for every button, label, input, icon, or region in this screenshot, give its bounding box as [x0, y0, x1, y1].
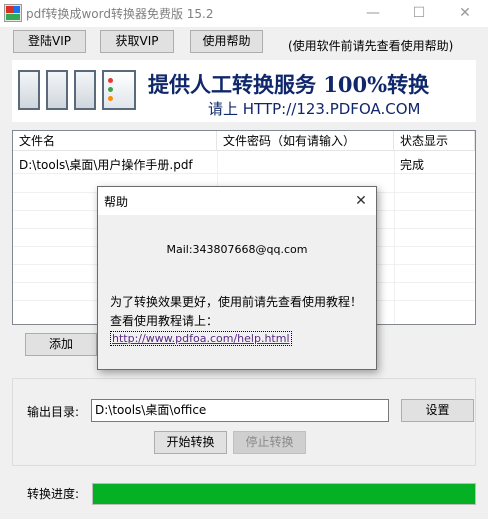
progress-label: 转换进度:: [27, 487, 80, 501]
help-dialog: 帮助 ✕ Mail:343807668@qq.com 为了转换效果更好，使用前请…: [97, 186, 377, 370]
help-note: (使用软件前请先查看使用帮助): [288, 39, 454, 53]
file-status-cell: 完成: [400, 158, 425, 172]
banner: 提供人工转换服务 100%转换 请上 HTTP://123.PDFOA.COM: [12, 60, 476, 122]
output-dir-field[interactable]: D:\tools\桌面\office: [91, 399, 389, 422]
tip-text: 为了转换效果更好，使用前请先查看使用教程！: [110, 295, 363, 309]
banner-headline: 提供人工转换服务 100%转换: [148, 72, 430, 97]
title-bar: pdf转换成word转换器免费版 15.2 — ☐ ✕: [0, 0, 488, 27]
dialog-close-button[interactable]: ✕: [346, 187, 376, 215]
column-header-filename[interactable]: 文件名: [13, 131, 217, 151]
progress-fill: [93, 484, 475, 504]
column-header-password[interactable]: 文件密码（如有请输入）: [217, 131, 394, 151]
login-vip-button[interactable]: 登陆VIP: [13, 30, 86, 53]
settings-button[interactable]: 设置: [401, 399, 474, 422]
output-dir-label: 输出目录:: [27, 405, 80, 419]
file-name-cell: D:\tools\桌面\用户操作手册.pdf: [19, 158, 193, 172]
table-row[interactable]: D:\tools\桌面\用户操作手册.pdf 完成: [13, 156, 475, 174]
help-button[interactable]: 使用帮助: [190, 30, 263, 53]
file-list-header: 文件名 文件密码（如有请输入） 状态显示: [13, 131, 475, 151]
start-convert-button[interactable]: 开始转换: [154, 431, 227, 454]
app-icon: [4, 4, 22, 22]
file-password-cell[interactable]: [217, 156, 394, 174]
tip-text-tutorial: 查看使用教程请上：: [110, 314, 219, 328]
stop-convert-button[interactable]: 停止转换: [233, 431, 306, 454]
contact-mail: Mail:343807668@qq.com: [166, 243, 308, 256]
banner-url: 请上 HTTP://123.PDFOA.COM: [208, 100, 421, 118]
progress-bar: [92, 483, 476, 505]
window-title: pdf转换成word转换器免费版 15.2: [26, 7, 214, 21]
get-vip-button[interactable]: 获取VIP: [100, 30, 174, 53]
maximize-button[interactable]: ☐: [396, 0, 442, 27]
add-button[interactable]: 添加: [25, 333, 97, 356]
dialog-title: 帮助: [104, 195, 129, 209]
help-link[interactable]: http://www.pdfoa.com/help.html: [110, 331, 292, 346]
dialog-title-bar: 帮助 ✕: [98, 187, 376, 215]
minimize-button[interactable]: —: [350, 0, 396, 27]
close-button[interactable]: ✕: [442, 0, 488, 27]
column-header-status[interactable]: 状态显示: [394, 131, 475, 151]
